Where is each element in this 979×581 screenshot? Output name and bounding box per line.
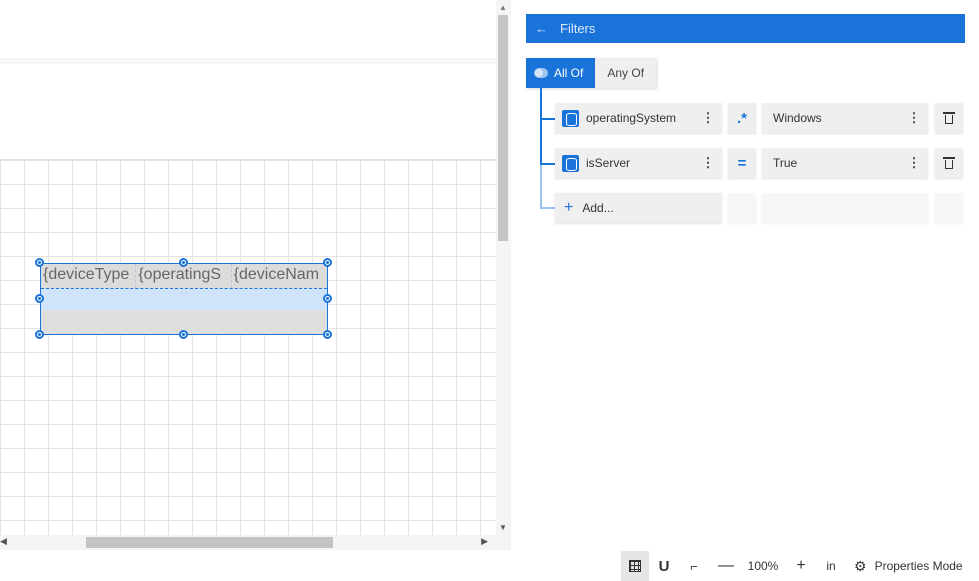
tree-branch-add [540, 207, 555, 209]
minus-icon: — [718, 557, 734, 574]
zoom-in-button[interactable]: + [788, 551, 814, 581]
resize-handle-bottom-left[interactable] [35, 330, 44, 339]
group-type-toggle: All Of Any Of [526, 58, 657, 88]
scroll-left-arrow-icon[interactable]: ◀ [0, 536, 7, 547]
table-header-row[interactable]: {deviceType {operatingS {deviceNam [41, 264, 327, 288]
placeholder-value [762, 193, 928, 223]
ruler-icon: ⌐ [690, 558, 698, 574]
trash-icon [943, 157, 955, 169]
field-selector[interactable]: operatingSystem ⋮ [555, 103, 722, 133]
horizontal-scroll-thumb[interactable] [86, 537, 333, 548]
vertical-scroll-thumb[interactable] [498, 15, 508, 241]
scroll-corner [496, 535, 511, 550]
field-name: isServer [586, 156, 631, 170]
rulers-toggle[interactable]: ⌐ [681, 551, 707, 581]
plus-icon: + [796, 557, 806, 574]
table-element[interactable]: {deviceType {operatingS {deviceNam [40, 263, 328, 335]
value-text: True [773, 156, 798, 170]
resize-handle-top-center[interactable] [179, 258, 188, 267]
gear-icon: ⚙ [854, 557, 867, 574]
report-header-section[interactable] [0, 64, 496, 160]
any-of-button[interactable]: Any Of [595, 58, 657, 88]
field-selector[interactable]: isServer ⋮ [555, 148, 722, 178]
magnet-icon: U [658, 557, 670, 575]
value-text: Windows [773, 111, 822, 125]
database-field-icon [562, 109, 579, 127]
table-detail-row[interactable] [41, 288, 327, 310]
field-name: operatingSystem [586, 111, 677, 125]
kebab-menu-icon[interactable]: ⋮ [700, 156, 716, 170]
scroll-down-arrow-icon[interactable]: ▼ [499, 523, 507, 532]
tree-branch-1 [540, 118, 555, 120]
trash-icon [943, 112, 955, 124]
delete-condition-button[interactable] [935, 103, 963, 133]
header-cell-device-type[interactable]: {deviceType [41, 264, 137, 288]
resize-handle-bottom-right[interactable] [323, 330, 332, 339]
value-input[interactable]: True ⋮ [762, 148, 928, 178]
tree-connector-line-light [540, 163, 542, 208]
status-toolbar: U ⌐ — 100% + in ⚙ Properties Mode [0, 551, 979, 581]
kebab-menu-icon[interactable]: ⋮ [906, 111, 922, 125]
header-cell-operating-system[interactable]: {operatingS [136, 264, 232, 288]
add-label: Add... [582, 201, 614, 215]
detail-section-grid[interactable] [0, 160, 496, 535]
tree-branch-2 [540, 163, 555, 165]
properties-mode-label: Properties Mode [874, 559, 963, 573]
resize-handle-bottom-center[interactable] [179, 330, 188, 339]
placeholder-delete [935, 193, 963, 223]
header-cell-device-name[interactable]: {deviceNam [232, 264, 327, 288]
filters-panel: ← Filters All Of Any Of operatingSystem … [511, 0, 979, 551]
resize-handle-top-left[interactable] [35, 258, 44, 267]
add-condition-button[interactable]: + Add... [555, 193, 722, 223]
resize-handle-middle-right[interactable] [323, 294, 332, 303]
arrow-left-icon[interactable]: ← [535, 21, 549, 36]
all-of-label: All Of [554, 66, 584, 80]
all-of-button[interactable]: All Of [526, 58, 596, 88]
horizontal-scrollbar[interactable]: ◀ ▶ [0, 535, 496, 550]
resize-handle-middle-left[interactable] [35, 294, 44, 303]
scroll-right-arrow-icon[interactable]: ▶ [481, 536, 488, 547]
database-field-icon [562, 154, 579, 172]
any-of-label: Any Of [607, 66, 645, 80]
delete-condition-button[interactable] [935, 148, 963, 178]
operator-selector[interactable]: .* [728, 103, 756, 133]
filters-header: ← Filters [526, 14, 965, 43]
zoom-level[interactable]: 100% [743, 551, 783, 581]
value-input[interactable]: Windows ⋮ [762, 103, 928, 133]
show-grid-toggle[interactable] [621, 551, 649, 581]
design-canvas[interactable]: {deviceType {operatingS {deviceNam ▲ ▼ ◀… [0, 0, 511, 551]
properties-mode-button[interactable]: ⚙ Properties Mode [850, 551, 975, 581]
zoom-out-button[interactable]: — [713, 551, 739, 581]
resize-handle-top-right[interactable] [323, 258, 332, 267]
scroll-up-arrow-icon[interactable]: ▲ [499, 3, 507, 12]
report-designer: {deviceType {operatingS {deviceNam ▲ ▼ ◀… [0, 0, 979, 581]
regex-operator-icon: .* [736, 109, 747, 127]
placeholder-operator [728, 193, 756, 223]
measure-unit-selector[interactable]: in [820, 551, 842, 581]
vertical-scrollbar[interactable]: ▲ ▼ [496, 0, 511, 535]
tree-connector-line [540, 88, 542, 163]
toggle-icon [534, 68, 548, 78]
equals-operator-icon: = [737, 154, 747, 172]
snap-to-grid-toggle[interactable]: U [651, 551, 677, 581]
grid-icon [629, 560, 641, 572]
kebab-menu-icon[interactable]: ⋮ [906, 156, 922, 170]
page-header-band [0, 0, 496, 60]
filters-title: Filters [560, 21, 596, 36]
kebab-menu-icon[interactable]: ⋮ [700, 111, 716, 125]
operator-selector[interactable]: = [728, 148, 756, 178]
plus-icon: + [564, 199, 574, 216]
